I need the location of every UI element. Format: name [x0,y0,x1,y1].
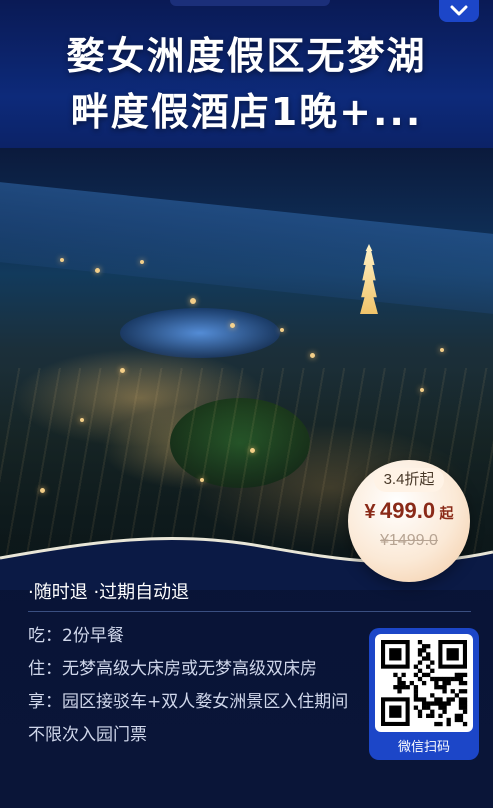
price-badge[interactable]: 3.4折起 ¥ 499.0 起 ¥1499.0 [348,460,470,582]
qr-label: 微信扫码 [397,740,450,755]
top-tab [170,0,330,6]
section-divider [28,611,471,612]
package-details: 吃：2份早餐 住：无梦高级大床房或无梦高级双床房 享：园区接驳车+双人婺女洲景区… [28,620,358,752]
detail-enjoy: 享：园区接驳车+双人婺女洲景区入住期间不限次入园门票 [28,692,349,745]
detail-eat: 吃：2份早餐 [28,626,124,646]
light-dot [80,418,84,422]
light-dot [120,368,125,373]
refund-policy: ·随时退 ·过期自动退 [28,582,190,603]
qr-code-icon [381,640,468,727]
light-dot [310,353,315,358]
product-poster[interactable]: 婺女洲度假区无梦湖 畔度假酒店1晚+... 3.4折起 ¥ 499.0 起 ¥1… [0,0,493,808]
light-dot [190,298,196,304]
light-dot [140,260,144,264]
currency-symbol: ¥ [364,501,376,523]
light-dot [60,258,64,262]
light-dot [280,328,284,332]
light-dot [230,323,235,328]
lake-shape [120,308,280,358]
river-shape [0,182,493,314]
title-line-1: 婺女洲度假区无梦湖 [66,34,427,78]
current-price: ¥ 499.0 起 [348,498,470,524]
wechat-qr-card[interactable]: 微信扫码 [369,628,479,760]
detail-stay: 住：无梦高级大床房或无梦高级双床房 [28,659,317,679]
light-dot [250,448,255,453]
light-dot [200,478,204,482]
light-dot [95,268,100,273]
chevron-down-icon [450,5,468,16]
price-suffix: 起 [439,505,454,521]
title-line-2: 畔度假酒店1晚+... [70,90,423,134]
light-dot [440,348,444,352]
corner-badge[interactable] [439,0,479,22]
light-dot [420,388,424,392]
light-dot [40,488,45,493]
price-amount: 499.0 [380,498,436,523]
original-price: ¥1499.0 [380,532,438,549]
product-title: 婺女洲度假区无梦湖 畔度假酒店1晚+... [0,28,493,140]
discount-tag: 3.4折起 [374,468,444,492]
qr-code-box [375,634,473,732]
